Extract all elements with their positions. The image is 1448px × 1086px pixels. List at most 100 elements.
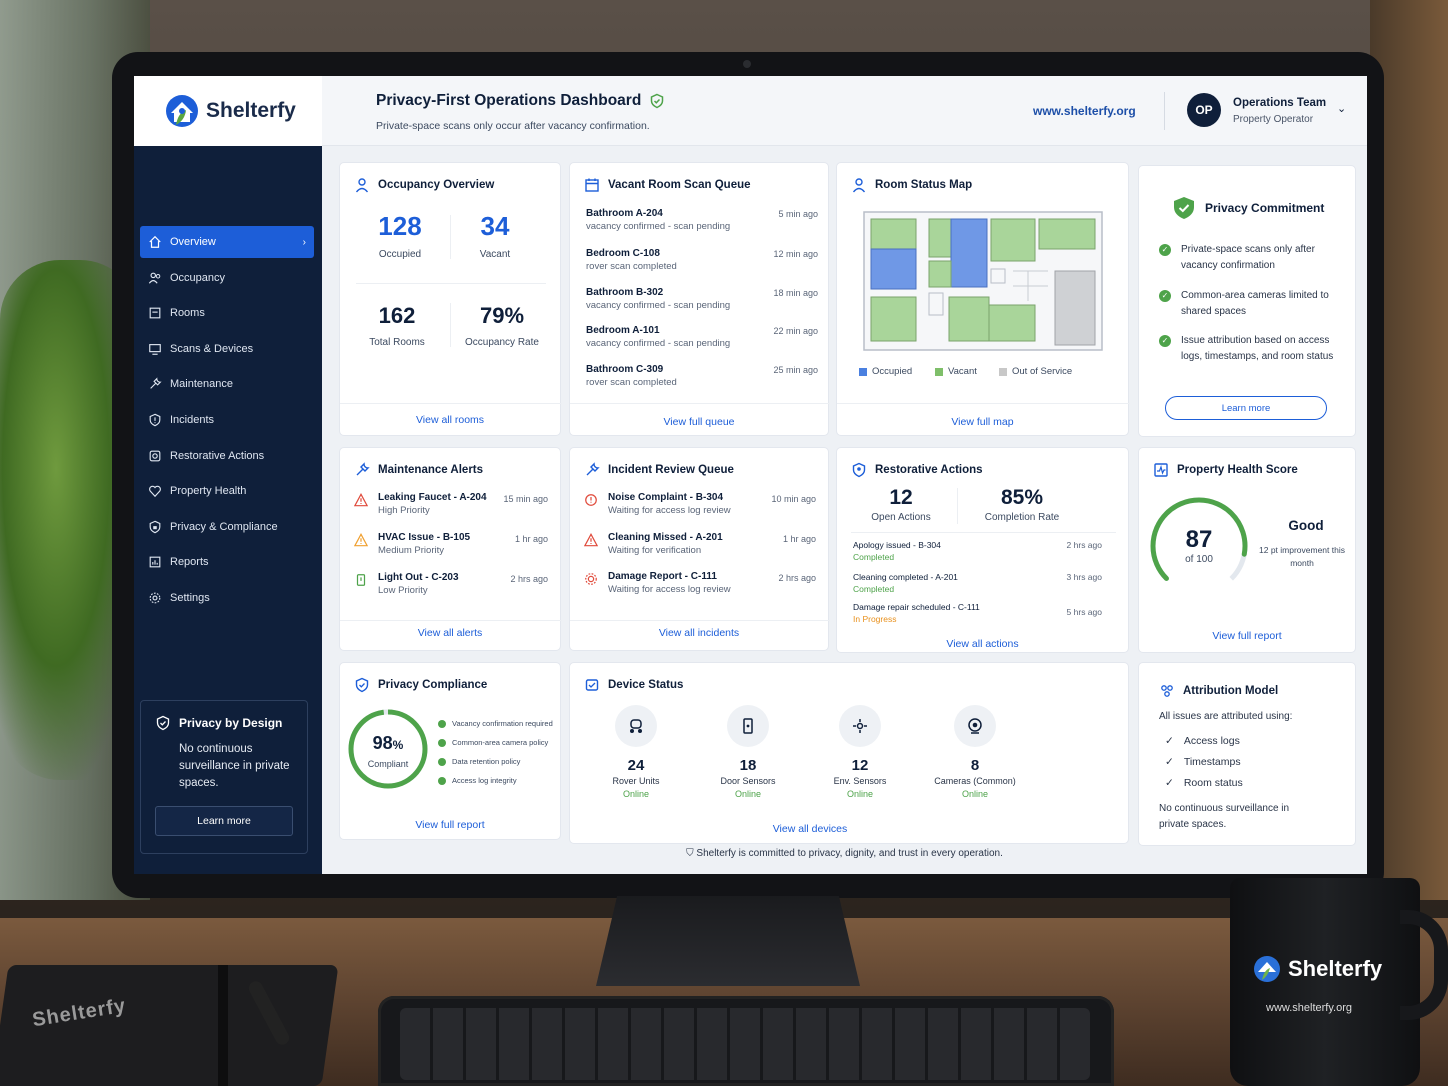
view-full-report-link[interactable]: View full report bbox=[1139, 630, 1355, 642]
sidebar-item-property-health[interactable]: Property Health bbox=[140, 475, 314, 507]
sidebar-item-label: Privacy & Compliance bbox=[170, 520, 278, 533]
notebook-band bbox=[218, 965, 228, 1086]
check-dot-icon bbox=[438, 738, 446, 747]
view-full-queue-link[interactable]: View full queue bbox=[570, 416, 828, 428]
sidebar-item-overview[interactable]: Overview › bbox=[140, 226, 314, 258]
website-link[interactable]: www.shelterfy.org bbox=[1033, 104, 1136, 118]
list-item[interactable]: Bedroom A-101 vacancy confirmed - scan p… bbox=[586, 325, 818, 349]
device-env-sensors[interactable]: 12 Env. Sensors Online bbox=[810, 705, 910, 799]
sidebar-item-occupancy[interactable]: Occupancy bbox=[140, 262, 314, 294]
completion-rate-value: 85% bbox=[1000, 486, 1044, 509]
keyboard-keys bbox=[400, 1008, 1090, 1080]
view-all-actions-link[interactable]: View all actions bbox=[837, 638, 1128, 650]
sidebar-item-restorative-actions[interactable]: Restorative Actions bbox=[140, 440, 314, 472]
view-full-report-link[interactable]: View full report bbox=[340, 819, 560, 831]
attribution-item: ✓ Room status bbox=[1165, 777, 1243, 789]
device-cameras[interactable]: 8 Cameras (Common) Online bbox=[925, 705, 1025, 799]
timestamp: 1 hr ago bbox=[782, 534, 816, 544]
checkmark-icon: ✓ bbox=[1165, 735, 1174, 747]
timestamp: 10 min ago bbox=[771, 494, 816, 504]
check-dot-icon bbox=[438, 757, 446, 766]
footer-statement: ⛉ Shelterfy is committed to privacy, dig… bbox=[686, 848, 1003, 859]
rover-icon bbox=[615, 705, 657, 747]
action-status: In Progress bbox=[853, 614, 897, 624]
action-title[interactable]: Damage repair scheduled - C-111 bbox=[853, 602, 980, 612]
header-divider bbox=[1164, 92, 1165, 130]
page-subtitle: Private-space scans only occur after vac… bbox=[376, 120, 650, 132]
learn-more-button[interactable]: Learn more bbox=[1165, 396, 1327, 420]
wrench-icon bbox=[150, 377, 162, 390]
action-status: Completed bbox=[853, 552, 895, 562]
sidebar-item-label: Scans & Devices bbox=[170, 342, 254, 355]
divider bbox=[450, 303, 451, 347]
device-door-sensors[interactable]: 18 Door Sensors Online bbox=[698, 705, 798, 799]
list-item[interactable]: Bathroom B-302 vacancy confirmed - scan … bbox=[586, 287, 818, 311]
chart-icon bbox=[149, 556, 161, 568]
divider bbox=[450, 215, 451, 259]
vacant-count: 34 bbox=[480, 211, 510, 241]
commitment-item: ✓ Issue attribution based on access logs,… bbox=[1159, 333, 1339, 364]
brand-logo[interactable]: Shelterfy bbox=[134, 76, 322, 146]
checkmark-icon: ✓ bbox=[1165, 756, 1174, 768]
card-title: Maintenance Alerts bbox=[354, 462, 483, 478]
action-title[interactable]: Apology issued - B-304 bbox=[853, 540, 941, 550]
legend-vacant: Vacant bbox=[935, 366, 977, 377]
completion-rate-label: Completion Rate bbox=[984, 512, 1060, 523]
compliance-label: Compliant bbox=[367, 759, 409, 769]
occupancy-rate-label: Occupancy Rate bbox=[465, 337, 539, 348]
view-full-map-link[interactable]: View full map bbox=[837, 416, 1128, 428]
device-rover[interactable]: 24 Rover Units Online bbox=[586, 705, 686, 799]
list-item[interactable]: Bathroom A-204 vacancy confirmed - scan … bbox=[586, 208, 818, 232]
sidebar-item-rooms[interactable]: Rooms bbox=[140, 297, 314, 329]
health-score-value: 87 bbox=[1185, 526, 1213, 553]
view-all-incidents-link[interactable]: View all incidents bbox=[570, 627, 828, 639]
check-dot-icon bbox=[438, 776, 446, 785]
warning-triangle-icon bbox=[584, 533, 598, 547]
sidebar-item-label: Overview bbox=[170, 236, 216, 248]
health-score-max: of 100 bbox=[1185, 554, 1213, 565]
check-circle-icon: ✓ bbox=[1159, 335, 1171, 347]
mug-logo: Shelterfy bbox=[1252, 954, 1382, 984]
warning-triangle-icon bbox=[354, 493, 368, 507]
restorative-card: Restorative Actions 12 Open Actions 85% … bbox=[836, 447, 1129, 653]
total-rooms-label: Total Rooms bbox=[369, 337, 425, 348]
divider bbox=[340, 620, 562, 621]
divider bbox=[340, 403, 562, 404]
tools-icon bbox=[586, 462, 600, 476]
shield-icon: ⛉ bbox=[686, 848, 697, 859]
gear-icon bbox=[149, 592, 161, 604]
sidebar-item-settings[interactable]: Settings bbox=[140, 582, 314, 614]
list-item[interactable]: Bathroom C-309 rover scan completed 25 m… bbox=[586, 364, 818, 388]
action-title[interactable]: Cleaning completed - A-201 bbox=[853, 572, 958, 582]
view-all-devices-link[interactable]: View all devices bbox=[560, 823, 1060, 835]
sidebar-item-reports[interactable]: Reports bbox=[140, 546, 314, 578]
camera-icon bbox=[954, 705, 996, 747]
view-all-alerts-link[interactable]: View all alerts bbox=[340, 627, 560, 639]
sidebar-item-incidents[interactable]: Incidents bbox=[140, 404, 314, 436]
user-team[interactable]: Operations Team bbox=[1233, 97, 1326, 109]
chevron-down-icon[interactable]: ⌄ bbox=[1337, 102, 1346, 115]
sidebar-item-scans-devices[interactable]: Scans & Devices bbox=[140, 333, 314, 365]
attribution-note: No continuous surveillance in private sp… bbox=[1159, 803, 1290, 830]
sidebar-item-privacy-compliance[interactable]: Privacy & Compliance bbox=[140, 511, 314, 543]
check-circle-icon: ✓ bbox=[1159, 244, 1171, 256]
open-actions-count: 12 bbox=[889, 486, 913, 509]
health-note: 12 pt improvement this month bbox=[1259, 545, 1345, 568]
mug-url: www.shelterfy.org bbox=[1266, 1002, 1352, 1014]
door-icon bbox=[149, 307, 161, 319]
commitment-item: ✓ Common-area cameras limited to shared s… bbox=[1159, 288, 1339, 319]
timestamp: 5 hrs ago bbox=[1066, 607, 1102, 617]
health-chart-icon bbox=[1154, 463, 1168, 477]
brand-name: Shelterfy bbox=[206, 99, 296, 122]
list-item[interactable]: Bedroom C-108 rover scan completed 12 mi… bbox=[586, 248, 818, 272]
list-item[interactable]: Cleaning Missed - A-201 Waiting for verif… bbox=[584, 532, 814, 556]
view-all-rooms-link[interactable]: View all rooms bbox=[340, 414, 560, 426]
avatar[interactable]: OP bbox=[1187, 93, 1221, 127]
sidebar-item-maintenance[interactable]: Maintenance bbox=[140, 368, 314, 400]
occupancy-card: Occupancy Overview 128 Occupied 34 Vacan… bbox=[339, 162, 562, 436]
floor-plan-map[interactable] bbox=[863, 211, 1103, 351]
sidebar-item-label: Reports bbox=[170, 556, 209, 569]
card-title: Privacy Commitment bbox=[1173, 196, 1324, 220]
learn-more-button[interactable]: Learn more bbox=[155, 806, 293, 836]
user-pin-icon bbox=[852, 178, 866, 193]
